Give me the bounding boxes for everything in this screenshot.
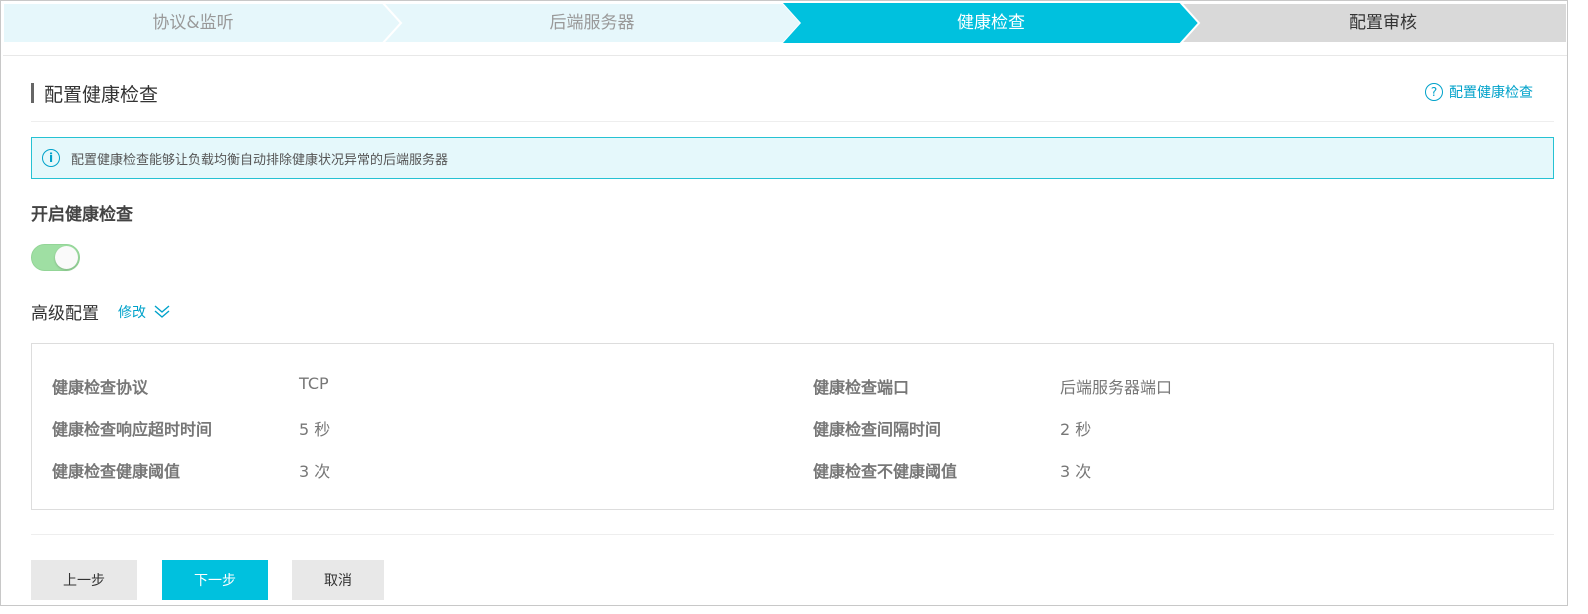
- section-title: 配置健康检查: [31, 81, 159, 106]
- divider: [31, 534, 1554, 535]
- config-key: 健康检查协议: [52, 378, 149, 397]
- config-key: 健康检查响应超时时间: [52, 420, 213, 439]
- step-backend-servers[interactable]: 后端服务器: [401, 3, 783, 43]
- step-health-check[interactable]: 健康检查: [801, 3, 1181, 43]
- help-link-label: 配置健康检查: [1449, 85, 1533, 101]
- question-circle-icon: ?: [1425, 83, 1443, 101]
- prev-step-button[interactable]: 上一步: [31, 560, 137, 600]
- info-circle-icon: i: [42, 149, 60, 167]
- divider: [31, 121, 1554, 122]
- advanced-config-label: 高级配置: [31, 304, 99, 324]
- double-chevron-down-icon: [154, 304, 170, 318]
- divider: [3, 55, 1567, 56]
- config-value: 2 秒: [1060, 420, 1092, 439]
- config-value: 后端服务器端口: [1060, 378, 1173, 397]
- info-notice: i 配置健康检查能够让负载均衡自动排除健康状况异常的后端服务器: [31, 137, 1554, 179]
- advanced-config-header: 高级配置 修改: [31, 299, 170, 324]
- config-key: 健康检查端口: [813, 378, 910, 397]
- step-bar: 协议&监听 后端服务器 健康检查 配置审核: [3, 3, 1567, 43]
- page-title: 配置健康检查: [44, 83, 159, 106]
- config-key: 健康检查不健康阈值: [813, 462, 958, 481]
- cancel-button[interactable]: 取消: [292, 560, 384, 600]
- config-value: 5 秒: [299, 420, 331, 439]
- health-check-toggle[interactable]: [31, 244, 80, 271]
- title-bar-accent: [31, 83, 34, 103]
- edit-advanced-button[interactable]: 修改: [118, 302, 170, 322]
- config-value: 3 次: [299, 462, 331, 481]
- advanced-config-panel: 健康检查协议 TCP 健康检查响应超时时间 5 秒 健康检查健康阈值 3 次 健…: [31, 343, 1554, 510]
- edit-label: 修改: [118, 304, 146, 321]
- config-value: TCP: [299, 374, 329, 393]
- config-value: 3 次: [1060, 462, 1092, 481]
- next-step-button[interactable]: 下一步: [162, 560, 268, 600]
- enable-health-check-label: 开启健康检查: [31, 205, 133, 225]
- notice-text: 配置健康检查能够让负载均衡自动排除健康状况异常的后端服务器: [71, 152, 449, 168]
- config-key: 健康检查健康阈值: [52, 462, 181, 481]
- step-protocol-listener[interactable]: 协议&监听: [3, 3, 383, 43]
- config-key: 健康检查间隔时间: [813, 420, 942, 439]
- step-config-review[interactable]: 配置审核: [1199, 3, 1567, 43]
- toggle-knob: [55, 246, 78, 269]
- help-link[interactable]: ? 配置健康检查: [1425, 82, 1533, 102]
- wizard-frame: 协议&监听 后端服务器 健康检查 配置审核 配置健康检查 ? 配置健康检查 i …: [0, 0, 1568, 606]
